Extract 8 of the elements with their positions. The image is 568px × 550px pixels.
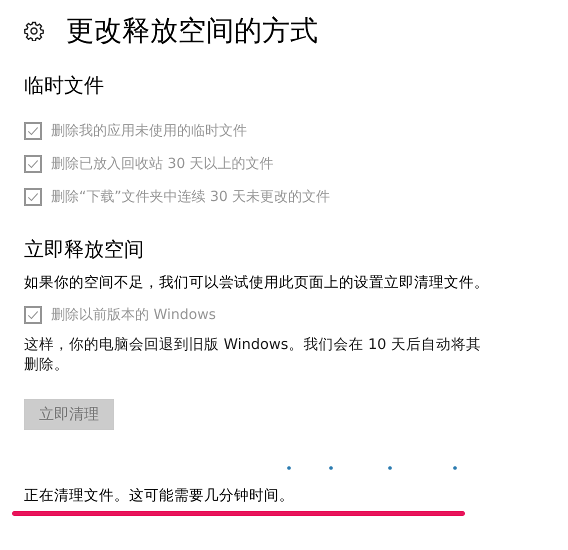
- status-text: 正在清理文件。这可能需要几分钟时间。: [24, 487, 295, 505]
- note-text: 这样，你的电脑会回退到旧版 Windows。我们会在 10 天后自动将其删除。: [24, 336, 482, 375]
- page-title: 更改释放空间的方式: [66, 13, 318, 49]
- gear-icon: [24, 21, 44, 41]
- description-text: 如果你的空间不足，我们可以尝试使用此页面上的设置立即清理文件。: [24, 274, 490, 293]
- progress-dots-icon: [286, 465, 458, 471]
- section-heading: 立即释放空间: [24, 236, 145, 263]
- section-heading: 临时文件: [24, 72, 105, 99]
